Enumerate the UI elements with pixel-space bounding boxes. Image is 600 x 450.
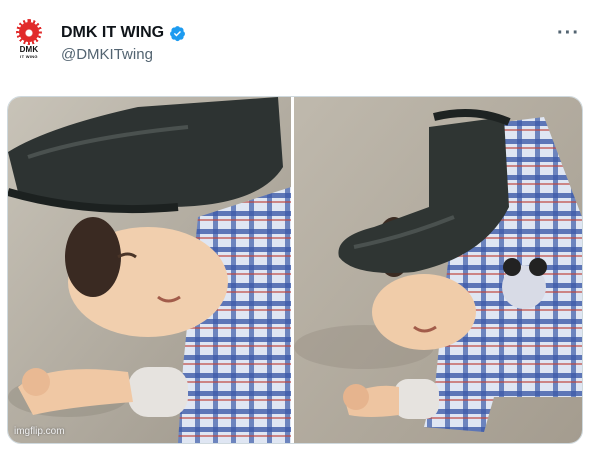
child-boot-photo-left xyxy=(8,97,291,443)
author-names: DMK IT WING @DMKITwing xyxy=(61,24,186,63)
child-boot-photo-right xyxy=(294,97,582,443)
media-panel-left: imgflip.com xyxy=(8,97,291,443)
tweet-media[interactable]: imgflip.com xyxy=(7,96,583,444)
imgflip-watermark: imgflip.com xyxy=(14,426,65,437)
verified-badge-icon xyxy=(170,25,186,41)
more-dots-icon[interactable]: ··· xyxy=(557,22,580,45)
media-panel-right xyxy=(294,97,582,443)
tweet-header: DMK IT WING DMK IT WING @DMKITwing ··· xyxy=(0,0,600,90)
author-display-name[interactable]: DMK IT WING xyxy=(61,24,164,42)
author-handle[interactable]: @DMKITwing xyxy=(61,46,186,63)
dmk-logo-icon xyxy=(19,22,39,42)
avatar-logo-text: DMK xyxy=(19,45,39,54)
avatar[interactable]: DMK IT WING xyxy=(13,22,45,66)
avatar-logo-subtext: IT WING xyxy=(20,54,38,59)
